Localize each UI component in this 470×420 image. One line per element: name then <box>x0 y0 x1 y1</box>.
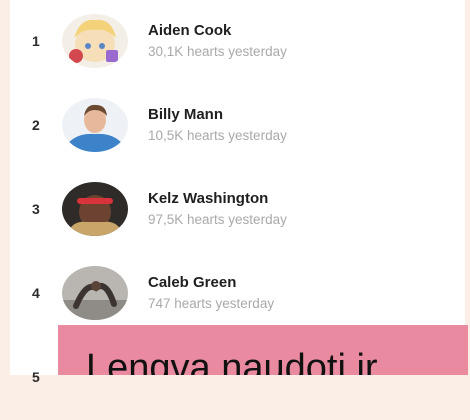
dancer-avatar-icon <box>62 266 128 320</box>
rank-number: 5 <box>32 369 40 385</box>
smiling-man-avatar-icon <box>62 98 128 152</box>
hearts-count: 97,5K hearts yesterday <box>148 212 287 227</box>
hearts-count: 10,5K hearts yesterday <box>148 128 287 143</box>
user-name: Kelz Washington <box>148 190 269 207</box>
leaderboard-panel: 1 Aiden Cook 30,1K hearts yesterday 2 Bi… <box>10 0 465 385</box>
callout-text: Lengva naudoti ir <box>86 347 378 375</box>
promo-callout: Lengva naudoti ir <box>58 325 468 375</box>
user-name: Aiden Cook <box>148 22 232 39</box>
hearts-count: 747 hearts yesterday <box>148 296 275 311</box>
list-item[interactable]: 2 Billy Mann 10,5K hearts yesterday <box>10 84 465 168</box>
man-red-headband-avatar-icon <box>62 182 128 236</box>
user-name: Caleb Green <box>148 274 237 291</box>
rank-number: 2 <box>32 117 40 133</box>
list-item[interactable]: 1 Aiden Cook 30,1K hearts yesterday <box>10 0 465 84</box>
list-item[interactable]: 4 Caleb Green 747 hearts yesterday <box>10 252 465 336</box>
rank-number: 4 <box>32 285 40 301</box>
rank-number: 1 <box>32 33 40 49</box>
cartoon-avatar-icon <box>62 14 128 68</box>
list-item[interactable]: 3 Kelz Washington 97,5K hearts yesterday <box>10 168 465 252</box>
user-name: Billy Mann <box>148 106 224 123</box>
rank-number: 3 <box>32 201 40 217</box>
hearts-count: 30,1K hearts yesterday <box>148 44 287 59</box>
